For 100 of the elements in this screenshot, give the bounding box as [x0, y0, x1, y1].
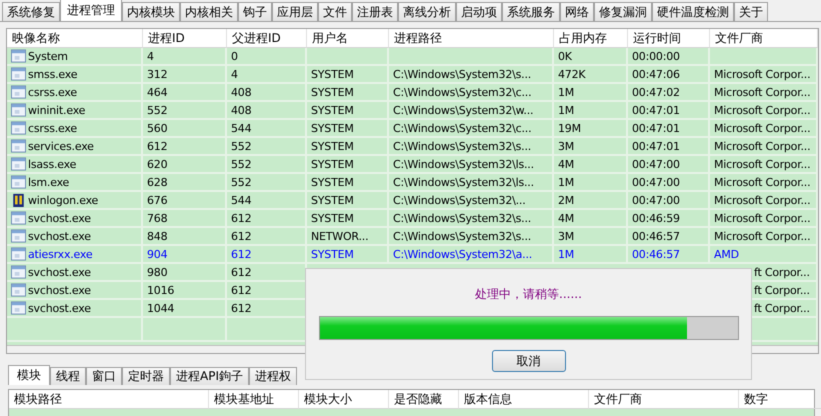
table-cell: 628 — [143, 174, 227, 192]
table-cell: 2M — [554, 192, 628, 210]
table-cell: 4 — [143, 48, 227, 66]
tab[interactable]: 硬件温度检测 — [652, 2, 734, 21]
table-cell: 560 — [143, 120, 227, 138]
table-cell: SYSTEM — [307, 246, 389, 264]
tab[interactable]: 系统修复 — [2, 2, 60, 21]
window-icon — [11, 301, 26, 315]
tab[interactable]: 离线分析 — [398, 2, 456, 21]
table-cell: 00:47:00 — [628, 192, 710, 210]
tab[interactable]: 线程 — [50, 367, 86, 385]
table-cell: 612 — [227, 228, 307, 246]
table-row[interactable]: atiesrxx.exe 904 612 SYSTEM C:\Windows\System32\a... 1M 00:46:57 AMD — [7, 246, 818, 264]
table-cell: Microsoft Corpor... — [710, 174, 818, 192]
tab[interactable]: 进程管理 — [60, 0, 122, 21]
table-cell: C:\Windows\System32\ls... — [389, 174, 554, 192]
tab[interactable]: 修复漏洞 — [594, 2, 652, 21]
table-cell: 848 — [143, 228, 227, 246]
process-name: lsm.exe — [28, 176, 70, 188]
tab[interactable]: 应用层 — [272, 2, 318, 21]
table-cell: C:\Windows\System32\w... — [389, 102, 554, 120]
window-icon — [11, 103, 26, 117]
tab[interactable]: 系统服务 — [502, 2, 560, 21]
table-cell: C:\Windows\System32\... — [389, 192, 554, 210]
table-cell: Microsoft Corpor... — [710, 210, 818, 228]
table-cell: 00:46:57 — [628, 246, 710, 264]
table-cell: SYSTEM — [307, 192, 389, 210]
tab[interactable]: 进程API鉤子 — [170, 367, 249, 385]
tab[interactable]: 内核相关 — [180, 2, 238, 21]
column-header[interactable]: 文件厂商 — [710, 29, 818, 48]
tab[interactable]: 启动项 — [456, 2, 502, 21]
table-cell: 3M — [554, 228, 628, 246]
table-cell: 408 — [227, 84, 307, 102]
table-cell: Microsoft Corpor... — [710, 102, 818, 120]
table-row[interactable]: lsm.exe 628 552 SYSTEM C:\Windows\System32\ls... 1M 00:47:00 Microsoft Corpor... — [7, 174, 818, 192]
table-cell: 612 — [143, 138, 227, 156]
table-cell: NETWOR... — [307, 228, 389, 246]
table-row[interactable]: wininit.exe 552 408 SYSTEM C:\Windows\System32\w... 1M 00:47:01 Microsoft Corpor... — [7, 102, 818, 120]
tab[interactable]: 内核模块 — [122, 2, 180, 21]
column-header[interactable]: 映像名称 — [7, 29, 143, 48]
process-name: svchost.exe — [28, 302, 91, 314]
tab[interactable]: 进程权 — [248, 367, 297, 385]
process-name: wininit.exe — [28, 104, 86, 116]
table-row[interactable]: csrss.exe 464 408 SYSTEM C:\Windows\System32\c... 1M 00:47:02 Microsoft Corpor... — [7, 84, 818, 102]
table-cell: 19M — [554, 120, 628, 138]
table-cell: AMD — [710, 246, 818, 264]
table-cell: C:\Windows\System32\s... — [389, 210, 554, 228]
table-cell: Microsoft Corpor... — [710, 66, 818, 84]
table-cell: 4M — [554, 156, 628, 174]
cancel-button[interactable]: 取消 — [492, 350, 566, 372]
table-cell: 552 — [227, 156, 307, 174]
tab[interactable]: 注册表 — [352, 2, 398, 21]
table-cell: Microsoft Corpor... — [710, 84, 818, 102]
tab[interactable]: 关于 — [734, 2, 768, 21]
column-header[interactable]: 进程ID — [143, 29, 227, 48]
table-row[interactable]: winlogon.exe 676 544 SYSTEM C:\Windows\System32\... 2M 00:47:00 Microsoft Corpor... — [7, 192, 818, 210]
column-header[interactable]: 用户名 — [307, 29, 389, 48]
window-icon — [11, 229, 26, 243]
table-cell: 0K — [554, 48, 628, 66]
table-cell: 00:47:02 — [628, 84, 710, 102]
tab[interactable]: 定时器 — [122, 367, 170, 385]
table-cell: 312 — [143, 66, 227, 84]
table-row[interactable]: System 4 0 0K 00:00:00 — [7, 48, 818, 66]
tab[interactable]: 文件 — [318, 2, 352, 21]
table-row[interactable]: smss.exe 312 4 SYSTEM C:\Windows\System32\s... 472K 00:47:06 Microsoft Corpor... — [7, 66, 818, 84]
table-row[interactable]: lsass.exe 620 552 SYSTEM C:\Windows\System32\ls... 4M 00:47:00 Microsoft Corpor... — [7, 156, 818, 174]
table-cell: SYSTEM — [307, 156, 389, 174]
column-header[interactable]: 运行时间 — [628, 29, 710, 48]
table-cell: 544 — [227, 192, 307, 210]
table-cell: 00:47:01 — [628, 120, 710, 138]
table-cell: 00:00:00 — [628, 48, 710, 66]
table-cell: 00:47:01 — [628, 102, 710, 120]
table-cell: 00:47:01 — [628, 138, 710, 156]
table-cell: Microsoft Corpor... — [710, 228, 818, 246]
table-cell: 464 — [143, 84, 227, 102]
table-cell: 00:46:59 — [628, 210, 710, 228]
table-row[interactable]: svchost.exe 768 612 SYSTEM C:\Windows\System32\s... 4M 00:46:59 Microsoft Corpor... — [7, 210, 818, 228]
table-cell: 1M — [554, 102, 628, 120]
table-cell: 472K — [554, 66, 628, 84]
table-cell: 1M — [554, 246, 628, 264]
table-cell: 1M — [554, 84, 628, 102]
tab[interactable]: 钩子 — [238, 2, 272, 21]
process-name: svchost.exe — [28, 266, 91, 278]
table-cell: 552 — [227, 138, 307, 156]
column-header[interactable]: 父进程ID — [227, 29, 307, 48]
table-cell: 980 — [143, 264, 227, 282]
tab[interactable]: 窗口 — [86, 367, 122, 385]
window-icon — [11, 283, 26, 297]
table-row[interactable]: svchost.exe 848 612 NETWOR... C:\Windows\System32\s... 3M 00:46:57 Microsoft Corpor... — [7, 228, 818, 246]
process-name: svchost.exe — [28, 212, 91, 224]
table-row[interactable]: services.exe 612 552 SYSTEM C:\Windows\System32\s... 3M 00:47:01 Microsoft Corpor... — [7, 138, 818, 156]
tab[interactable]: 网络 — [560, 2, 594, 21]
column-header[interactable]: 占用内存 — [554, 29, 628, 48]
table-row[interactable]: csrss.exe 560 544 SYSTEM C:\Windows\System32\c... 19M 00:47:01 Microsoft Corpor... — [7, 120, 818, 138]
column-header[interactable]: 进程路径 — [389, 29, 554, 48]
tab[interactable]: 模块 — [8, 365, 50, 385]
window-icon — [11, 49, 26, 63]
table-cell: 552 — [143, 102, 227, 120]
window-icon — [11, 265, 26, 279]
table-cell: 4M — [554, 210, 628, 228]
